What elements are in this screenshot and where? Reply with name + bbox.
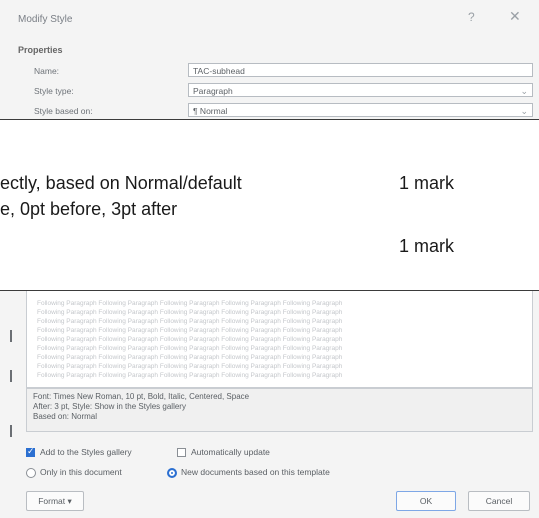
auto-update-label: Automatically update [191, 447, 270, 457]
page-edge-marker [10, 330, 12, 342]
preview-line: Following Paragraph Following Paragraph … [37, 345, 343, 352]
description-line: Based on: Normal [33, 412, 98, 421]
preview-line: Following Paragraph Following Paragraph … [37, 354, 343, 361]
new-documents-radio[interactable] [167, 468, 177, 478]
style-type-label: Style type: [34, 86, 74, 96]
help-button[interactable]: ? [468, 10, 475, 24]
preview-line: Following Paragraph Following Paragraph … [37, 309, 343, 316]
style-based-on-select[interactable]: ¶ Normal ⌄ [188, 103, 533, 117]
style-description: Font: Times New Roman, 10 pt, Bold, Ital… [26, 388, 533, 432]
overlay-text-line: ectly, based on Normal/default [0, 173, 242, 193]
style-based-on-value: ¶ Normal [193, 106, 228, 116]
page-edge-marker [10, 425, 12, 437]
preview-line: Following Paragraph Following Paragraph … [37, 363, 343, 370]
chevron-down-icon: ⌄ [520, 106, 528, 116]
name-field[interactable]: TAC-subhead [188, 63, 533, 77]
only-this-document-radio[interactable] [26, 468, 36, 478]
new-documents-label: New documents based on this template [181, 467, 330, 477]
only-this-document-label: Only in this document [40, 467, 122, 477]
preview-line: Following Paragraph Following Paragraph … [37, 327, 343, 334]
preview-line: Following Paragraph Following Paragraph … [37, 300, 343, 307]
add-to-gallery-label: Add to the Styles gallery [40, 447, 132, 457]
preview-line: Following Paragraph Following Paragraph … [37, 336, 343, 343]
overlay-text-line: e, 0pt before, 3pt after [0, 199, 178, 219]
name-value: TAC-subhead [193, 66, 245, 76]
dialog-title: Modify Style [18, 14, 73, 25]
description-line: After: 3 pt, Style: Show in the Styles g… [33, 402, 186, 411]
add-to-gallery-checkbox[interactable] [26, 446, 35, 457]
format-button[interactable]: Format ▾ [26, 491, 84, 511]
auto-update-checkbox[interactable] [177, 448, 186, 457]
style-based-on-label: Style based on: [34, 106, 93, 116]
preview-line: Following Paragraph Following Paragraph … [37, 318, 343, 325]
page-edge-marker [10, 370, 12, 382]
properties-heading: Properties [18, 45, 63, 55]
overlay-mark: 1 mark [399, 173, 455, 193]
chevron-down-icon: ⌄ [520, 86, 528, 96]
description-line: Font: Times New Roman, 10 pt, Bold, Ital… [33, 392, 250, 401]
style-type-select[interactable]: Paragraph ⌄ [188, 83, 533, 97]
overlay-mark: 1 mark [399, 236, 455, 256]
cancel-button[interactable]: Cancel [468, 491, 530, 511]
preview-line: Following Paragraph Following Paragraph … [37, 372, 343, 379]
marking-guide-overlay: ectly, based on Normal/default 1 mark e,… [0, 119, 539, 291]
style-type-value: Paragraph [193, 86, 233, 96]
close-icon[interactable]: ✕ [509, 8, 521, 25]
name-label: Name: [34, 66, 60, 76]
style-preview: Following Paragraph Following Paragraph … [26, 291, 533, 388]
ok-button[interactable]: OK [396, 491, 456, 511]
